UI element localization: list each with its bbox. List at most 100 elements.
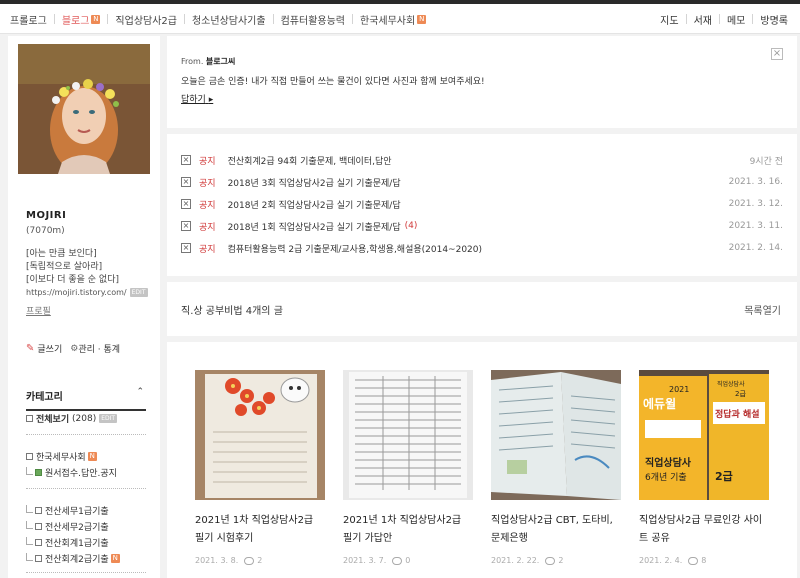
nav-item-youth-counselor[interactable]: 청소년상담사기출 [192, 12, 266, 27]
notice-tag: 공지 [199, 156, 216, 167]
from-name: 블로그씨 [205, 57, 236, 66]
sidebar: MOJIRI (7070m) [아는 만큼 보인다] [독립적으로 살아라] [… [8, 36, 160, 578]
category-name: 직.상 공부비법 [181, 306, 243, 317]
post-title[interactable]: 직업상담사2급 CBT, 도타비, 문제은행 [491, 512, 621, 548]
category-item-acc2[interactable]: 전산회계2급기출 N [26, 552, 120, 565]
thumb-text: 2급 [715, 470, 733, 483]
prompt-from: From. 블로그씨 [181, 56, 235, 67]
notice-date: 2021. 3. 12. [728, 199, 783, 209]
post-meta: 2021. 2. 22. 2 [491, 556, 621, 565]
from-prefix: From. [181, 57, 204, 66]
new-badge: N [110, 554, 120, 563]
notice-date: 2021. 2. 14. [728, 243, 783, 253]
triangle-right-icon: ▸ [208, 95, 214, 105]
thumbnail-image [491, 370, 621, 500]
notice-date: 9시간 전 [749, 156, 783, 167]
nav-item-label: 블로그 [61, 15, 90, 27]
blog-prompt-box: From. 블로그씨 오늘은 금손 인증! 내가 직접 만들어 쓰는 물건이 있… [167, 36, 797, 128]
post-thumbnail[interactable]: 2021 에듀윌 직업상담사 2급 정답과 해설 직업상담사 6개년 기출 2급 [639, 370, 769, 500]
manage-link[interactable]: 관리 · 통계 [78, 342, 120, 355]
post-card[interactable]: 2021년 1차 직업상담사2급 필기 가답안 2021. 3. 7. 0 [343, 370, 473, 565]
nav-item-counselor[interactable]: 직업상담사2급 [115, 12, 177, 27]
notice-row[interactable]: × 공지 2018년 3회 직업상담사2급 실기 기출문제/답 2021. 3.… [181, 174, 783, 190]
close-icon[interactable]: × [771, 48, 783, 60]
notice-tag: 공지 [199, 200, 216, 211]
collapse-icon[interactable]: ⌃ [136, 387, 144, 397]
tree-line-icon [26, 536, 33, 545]
comment-count: 0 [405, 556, 411, 565]
reply-button[interactable]: 답하기 ▸ [181, 92, 213, 105]
comment-count: 8 [701, 556, 707, 565]
post-thumbnail[interactable] [491, 370, 621, 500]
reply-label: 답하기 [181, 95, 206, 105]
memo-link[interactable]: 메모 [727, 12, 745, 27]
utility-menu: 지도 서재 메모 방명록 [660, 4, 788, 34]
notice-title[interactable]: 2018년 1회 직업상담사2급 실기 기출문제/답 [228, 220, 401, 233]
thumbnail-image: 2021 에듀윌 직업상담사 2급 정답과 해설 직업상담사 6개년 기출 2급 [639, 370, 769, 500]
checkbox-icon [26, 453, 33, 460]
close-box-icon: × [181, 177, 191, 187]
notice-title[interactable]: 2018년 3회 직업상담사2급 실기 기출문제/답 [228, 176, 401, 189]
post-card[interactable]: 2021 에듀윌 직업상담사 2급 정답과 해설 직업상담사 6개년 기출 2급… [639, 370, 769, 565]
blog-description: [아는 만큼 보인다] [독립적으로 살아라] [이보다 더 좋을 순 없다] [26, 248, 119, 287]
nav-item-tax[interactable]: 한국세무사회 N [360, 12, 427, 27]
nav-item-blog[interactable]: 블로그 N [62, 12, 101, 27]
post-meta: 2021. 3. 8. 2 [195, 556, 325, 565]
nav-item-prologue[interactable]: 프롤로그 [10, 12, 47, 27]
notice-title[interactable]: 컴퓨터활용능력 2급 기출문제/교사용,학생용,해설용(2014~2020) [228, 242, 482, 255]
notice-list: × 공지 전산회계2급 94회 기출문제, 백데이터,답안 9시간 전 × 공지… [167, 134, 797, 276]
category-item-all[interactable]: 전체보기 (208) EDIT [26, 412, 118, 425]
post-date: 2021. 2. 22. [491, 556, 540, 565]
divider [752, 14, 754, 24]
new-badge: N [87, 452, 97, 461]
category-item-notice[interactable]: 원서접수.답안.공지 [26, 466, 117, 479]
nav-item-computer[interactable]: 컴퓨터활용능력 [281, 12, 345, 27]
post-thumbnail[interactable] [195, 370, 325, 500]
nav-item-label: 청소년상담사기출 [191, 15, 266, 27]
notice-row[interactable]: × 공지 전산회계2급 94회 기출문제, 백데이터,답안 9시간 전 [181, 152, 783, 168]
category-item-acc1[interactable]: 전산회계1급기출 [26, 536, 109, 549]
notice-title[interactable]: 2018년 2회 직업상담사2급 실기 기출문제/답 [228, 198, 401, 211]
post-count: 4개의 글 [245, 306, 283, 317]
checkbox-icon [26, 415, 33, 422]
edit-badge[interactable]: EDIT [129, 288, 148, 297]
post-card[interactable]: 직업상담사2급 CBT, 도타비, 문제은행 2021. 2. 22. 2 [491, 370, 621, 565]
close-box-icon: × [181, 199, 191, 209]
category-item-tax[interactable]: 한국세무사회 N [26, 450, 97, 463]
checkbox-icon [35, 507, 42, 514]
post-title[interactable]: 직업상담사2급 무료인강 사이트 공유 [639, 512, 769, 548]
category-label: 원서접수.답안.공지 [45, 469, 117, 479]
blog-url: https://mojiri.tistory.com/ EDIT [26, 288, 148, 297]
category-title-text: 카테고리 [26, 392, 63, 403]
guestbook-link[interactable]: 방명록 [760, 12, 788, 27]
map-link[interactable]: 지도 [660, 12, 678, 27]
post-title[interactable]: 2021년 1차 직업상담사2급 필기 시험후기 [195, 512, 325, 548]
notice-row[interactable]: × 공지 컴퓨터활용능력 2급 기출문제/교사용,학생용,해설용(2014~20… [181, 240, 783, 256]
comment-count: 2 [558, 556, 564, 565]
category-item-tax2[interactable]: 전산세무2급기출 [26, 520, 109, 533]
category-item-tax1[interactable]: 전산세무1급기출 [26, 504, 109, 517]
comment-count: 2 [257, 556, 263, 565]
notice-title[interactable]: 전산회계2급 94회 기출문제, 백데이터,답안 [228, 154, 392, 167]
notice-date: 2021. 3. 16. [728, 177, 783, 187]
notice-row[interactable]: × 공지 2018년 2회 직업상담사2급 실기 기출문제/답 2021. 3.… [181, 196, 783, 212]
profile-link[interactable]: 프로필 [26, 304, 51, 317]
post-title[interactable]: 2021년 1차 직업상담사2급 필기 가답안 [343, 512, 473, 548]
nav-item-label: 컴퓨터활용능력 [280, 15, 345, 27]
tree-line-icon [26, 504, 33, 513]
write-button[interactable]: 글쓰기 [37, 342, 62, 355]
post-grid: 2021년 1차 직업상담사2급 필기 시험후기 2021. 3. 8. 2 2… [167, 342, 797, 578]
post-thumbnail[interactable] [343, 370, 473, 500]
category-count: (208) [72, 413, 97, 424]
open-list-link[interactable]: 목록열기 [744, 302, 781, 317]
post-card[interactable]: 2021년 1차 직업상담사2급 필기 시험후기 2021. 3. 8. 2 [195, 370, 325, 565]
new-badge: N [417, 14, 427, 24]
tree-line-icon [26, 552, 33, 561]
notice-row[interactable]: × 공지 2018년 1회 직업상담사2급 실기 기출문제/답 (4) 2021… [181, 218, 783, 234]
edit-badge[interactable]: EDIT [99, 414, 118, 423]
blog-url-text[interactable]: https://mojiri.tistory.com/ [26, 288, 127, 297]
library-link[interactable]: 서재 [694, 12, 712, 27]
comment-icon [545, 556, 556, 565]
profile-image[interactable] [18, 44, 150, 174]
category-header: 직.상 공부비법 4개의 글 목록열기 [167, 282, 797, 336]
